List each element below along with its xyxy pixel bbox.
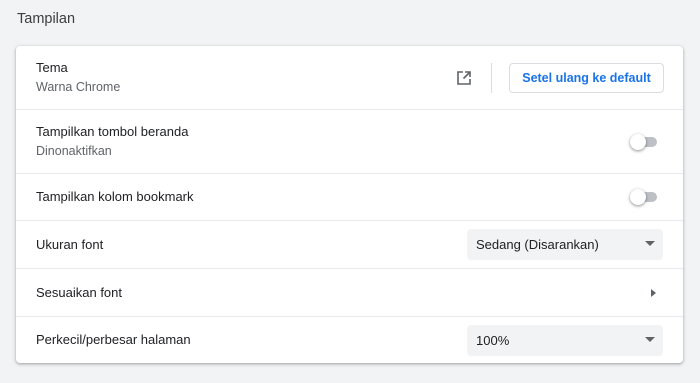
open-in-new-icon[interactable] — [452, 66, 476, 90]
section-title: Tampilan — [17, 11, 76, 27]
home-button-toggle[interactable] — [630, 133, 660, 150]
customize-fonts-label: Sesuaikan font — [36, 284, 123, 300]
appearance-card: Tema Warna Chrome Setel ulang ke default… — [16, 46, 683, 363]
home-button-status: Dinonaktifkan — [36, 144, 112, 158]
font-size-text: Ukuran font — [36, 236, 467, 254]
font-size-selected: Sedang (Disarankan) — [476, 237, 599, 252]
bookmarks-bar-label: Tampilkan kolom bookmark — [36, 189, 194, 204]
toggle-knob — [630, 133, 646, 150]
bookmarks-bar-toggle[interactable] — [630, 189, 660, 205]
page-zoom-row: Perkecil/perbesar halaman 100% — [16, 316, 683, 363]
home-button-text: Tampilkan tombol beranda Dinonaktifkan — [36, 123, 630, 160]
theme-label: Tema — [36, 60, 68, 75]
bookmarks-bar-text: Tampilkan kolom bookmark — [36, 188, 630, 206]
page-zoom-text: Perkecil/perbesar halaman — [36, 331, 467, 349]
theme-text: Tema Warna Chrome — [36, 59, 452, 96]
dropdown-arrow-icon — [645, 336, 655, 342]
bookmarks-bar-row[interactable]: Tampilkan kolom bookmark — [16, 173, 683, 220]
page-zoom-select[interactable]: 100% — [467, 324, 663, 356]
font-size-label: Ukuran font — [36, 236, 104, 252]
customize-fonts-text: Sesuaikan font — [36, 284, 651, 302]
reset-theme-button[interactable]: Setel ulang ke default — [509, 62, 664, 93]
home-button-row[interactable]: Tampilkan tombol beranda Dinonaktifkan — [16, 109, 683, 173]
font-size-select[interactable]: Sedang (Disarankan) — [467, 229, 663, 260]
theme-value: Warna Chrome — [36, 80, 121, 94]
vertical-separator — [491, 62, 492, 93]
dropdown-arrow-icon — [645, 241, 655, 246]
page-zoom-selected: 100% — [476, 332, 510, 348]
home-button-label: Tampilkan tombol beranda — [36, 124, 189, 139]
page-zoom-label: Perkecil/perbesar halaman — [36, 332, 191, 347]
open-in-new-glyph — [457, 70, 471, 85]
customize-fonts-row[interactable]: Sesuaikan font — [16, 268, 683, 316]
toggle-knob — [630, 189, 646, 205]
font-size-row: Ukuran font Sedang (Disarankan) — [16, 220, 683, 268]
chevron-right-icon[interactable] — [651, 288, 656, 297]
theme-row: Tema Warna Chrome Setel ulang ke default — [16, 46, 683, 109]
